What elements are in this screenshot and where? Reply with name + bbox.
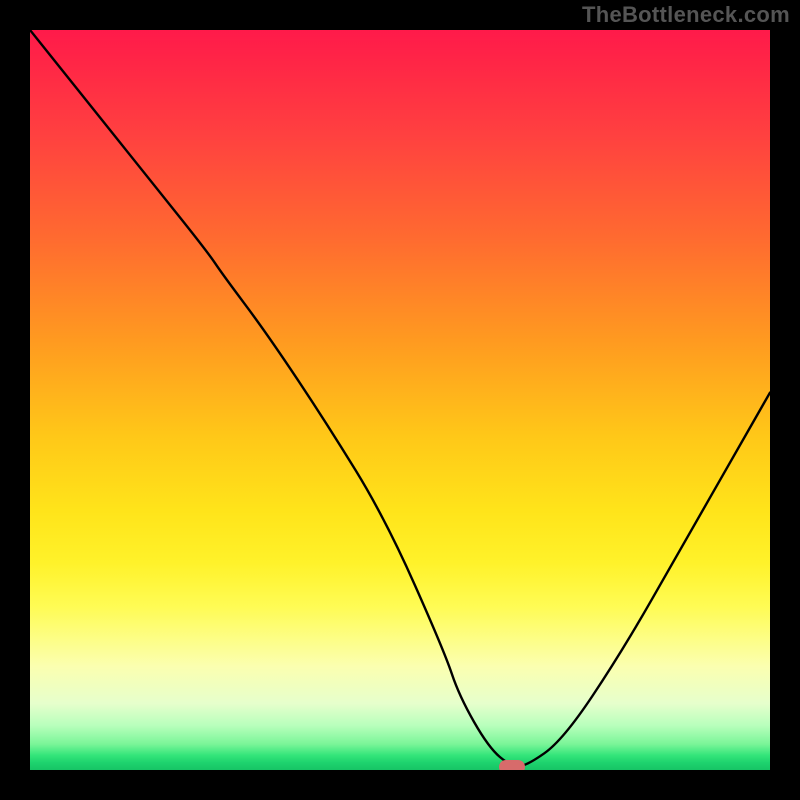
optimal-point-marker — [499, 760, 525, 770]
bottleneck-curve — [30, 30, 770, 770]
chart-frame: TheBottleneck.com — [0, 0, 800, 800]
curve-path — [30, 30, 770, 766]
watermark-text: TheBottleneck.com — [582, 2, 790, 28]
plot-area — [30, 30, 770, 770]
